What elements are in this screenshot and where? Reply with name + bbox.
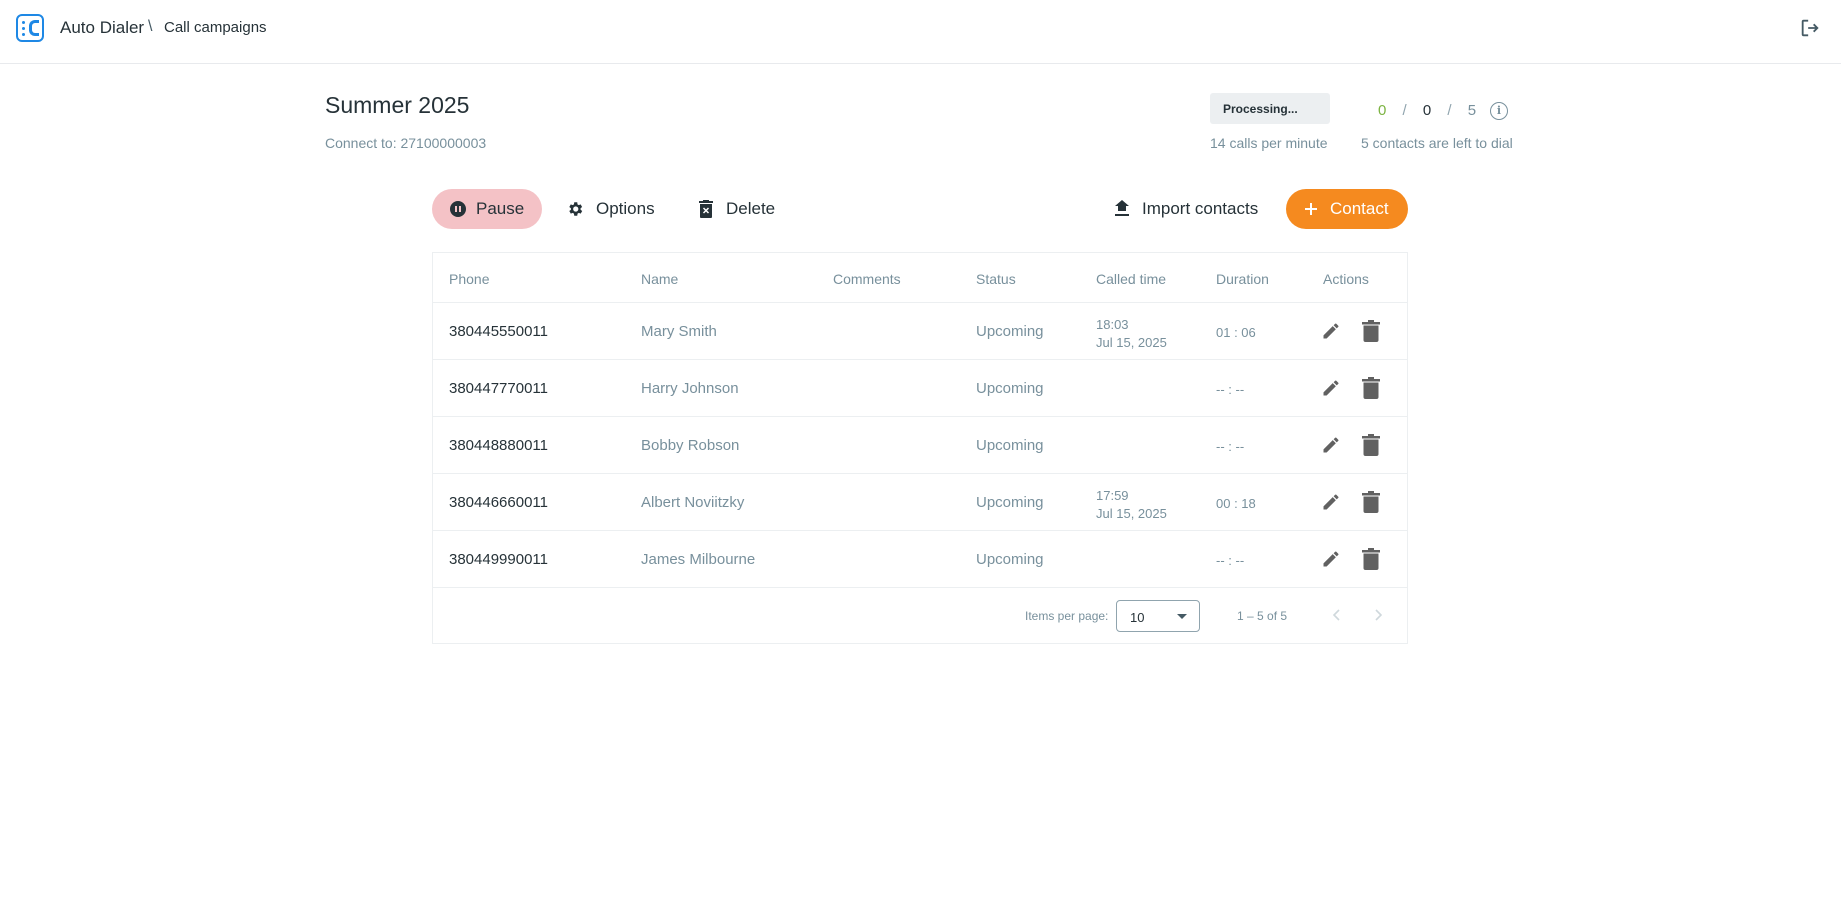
cell-phone: 380446660011 — [449, 494, 548, 511]
trash-icon[interactable] — [1362, 320, 1380, 342]
chevron-right-icon[interactable] — [1368, 605, 1388, 625]
column-header-duration[interactable]: Duration — [1216, 271, 1269, 287]
called-time: 17:59 — [1096, 488, 1129, 503]
column-header-called-time[interactable]: Called time — [1096, 271, 1166, 287]
connect-to-text: Connect to: 27100000003 — [325, 135, 487, 151]
contacts-left-text: 5 contacts are left to dial — [1361, 135, 1513, 151]
call-counts: 0 / 0 / 5 — [1378, 102, 1488, 119]
cell-duration: -- : -- — [1216, 382, 1245, 397]
column-header-name[interactable]: Name — [641, 271, 678, 287]
called-date: Jul 15, 2025 — [1096, 506, 1167, 521]
logo-dot — [22, 21, 25, 24]
import-contacts-label: Import contacts — [1142, 199, 1259, 218]
cell-called-time: 18:03 Jul 15, 2025 — [1096, 316, 1167, 352]
chevron-down-icon — [1177, 614, 1187, 619]
cell-status: Upcoming — [976, 323, 1044, 340]
contacts-table: Phone Name Comments Status Called time D… — [432, 252, 1408, 644]
cell-name: James Milbourne — [641, 551, 756, 568]
logo-dot — [22, 33, 25, 36]
items-per-page-label: Items per page: — [1025, 609, 1109, 623]
add-contact-button[interactable]: Contact — [1286, 189, 1408, 229]
cell-phone: 380447770011 — [449, 380, 548, 397]
breadcrumb-separator: \ — [148, 18, 153, 35]
logo-dot — [22, 27, 25, 30]
upload-icon — [1114, 200, 1130, 218]
cell-phone: 380445550011 — [449, 323, 548, 340]
cell-duration: 01 : 06 — [1216, 325, 1256, 340]
column-header-phone[interactable]: Phone — [449, 271, 489, 287]
gear-icon — [566, 200, 584, 218]
add-contact-label: Contact — [1330, 199, 1389, 218]
table-row[interactable]: 380448880011 Bobby Robson Upcoming -- : -- — [433, 417, 1407, 474]
cell-name: Bobby Robson — [641, 437, 740, 454]
table-row[interactable]: 380446660011 Albert Noviitzky Upcoming 17:5… — [433, 474, 1407, 531]
options-label: Options — [596, 199, 655, 218]
items-per-page-value: 10 — [1130, 610, 1145, 625]
edit-icon[interactable] — [1321, 492, 1341, 512]
info-icon[interactable]: i — [1490, 102, 1508, 120]
cell-status: Upcoming — [976, 494, 1044, 511]
trash-icon[interactable] — [1362, 548, 1380, 570]
logo-handset — [29, 20, 39, 36]
cell-phone: 380448880011 — [449, 437, 548, 454]
items-per-page-select[interactable]: 10 — [1116, 600, 1200, 632]
table-row[interactable]: 380449990011 James Milbourne Upcoming -- : … — [433, 531, 1407, 588]
count-processed: 0 — [1422, 102, 1432, 119]
pause-button[interactable]: Pause — [432, 189, 542, 229]
cell-status: Upcoming — [976, 380, 1044, 397]
page-range: 1 – 5 of 5 — [1237, 609, 1288, 623]
column-header-actions: Actions — [1323, 271, 1369, 287]
count-separator: / — [1447, 102, 1452, 119]
trash-icon[interactable] — [1362, 434, 1380, 456]
cell-called-time: 17:59 Jul 15, 2025 — [1096, 487, 1167, 523]
called-date: Jul 15, 2025 — [1096, 335, 1167, 350]
delete-campaign-button[interactable]: Delete — [698, 189, 788, 229]
cell-name: Albert Noviitzky — [641, 494, 745, 511]
logout-icon[interactable] — [1799, 17, 1821, 39]
top-bar: Auto Dialer \ Call campaigns — [0, 0, 1841, 64]
import-contacts-button[interactable]: Import contacts — [1114, 189, 1264, 229]
cell-phone: 380449990011 — [449, 551, 548, 568]
cell-name: Mary Smith — [641, 323, 717, 340]
pause-icon — [450, 201, 466, 217]
breadcrumb[interactable]: Call campaigns — [164, 19, 267, 36]
column-header-status[interactable]: Status — [976, 271, 1016, 287]
delete-label: Delete — [726, 199, 776, 218]
count-total: 5 — [1467, 102, 1477, 119]
cell-name: Harry Johnson — [641, 380, 739, 397]
page-title: Summer 2025 — [325, 92, 470, 118]
plus-icon — [1304, 202, 1318, 216]
chevron-left-icon[interactable] — [1327, 605, 1347, 625]
options-button[interactable]: Options — [566, 189, 666, 229]
pause-label: Pause — [476, 199, 525, 218]
column-header-comments[interactable]: Comments — [833, 271, 901, 287]
cell-status: Upcoming — [976, 437, 1044, 454]
table-header: Phone Name Comments Status Called time D… — [433, 253, 1407, 303]
trash-icon[interactable] — [1362, 377, 1380, 399]
edit-icon[interactable] — [1321, 378, 1341, 398]
edit-icon[interactable] — [1321, 435, 1341, 455]
status-badge: Processing... — [1210, 93, 1330, 124]
edit-icon[interactable] — [1321, 321, 1341, 341]
delete-icon — [698, 200, 714, 218]
cell-status: Upcoming — [976, 551, 1044, 568]
cell-duration: -- : -- — [1216, 439, 1245, 454]
trash-icon[interactable] — [1362, 491, 1380, 513]
table-row[interactable]: 380445550011 Mary Smith Upcoming 18:03 Jul 1… — [433, 303, 1407, 360]
app-title[interactable]: Auto Dialer — [60, 18, 144, 38]
app-logo-icon[interactable] — [16, 14, 44, 42]
cell-duration: 00 : 18 — [1216, 496, 1256, 511]
called-time: 18:03 — [1096, 317, 1129, 332]
cell-duration: -- : -- — [1216, 553, 1245, 568]
count-separator: / — [1402, 102, 1407, 119]
edit-icon[interactable] — [1321, 549, 1341, 569]
calls-per-minute: 14 calls per minute — [1210, 135, 1328, 151]
count-success: 0 — [1378, 102, 1387, 119]
table-row[interactable]: 380447770011 Harry Johnson Upcoming -- : -- — [433, 360, 1407, 417]
